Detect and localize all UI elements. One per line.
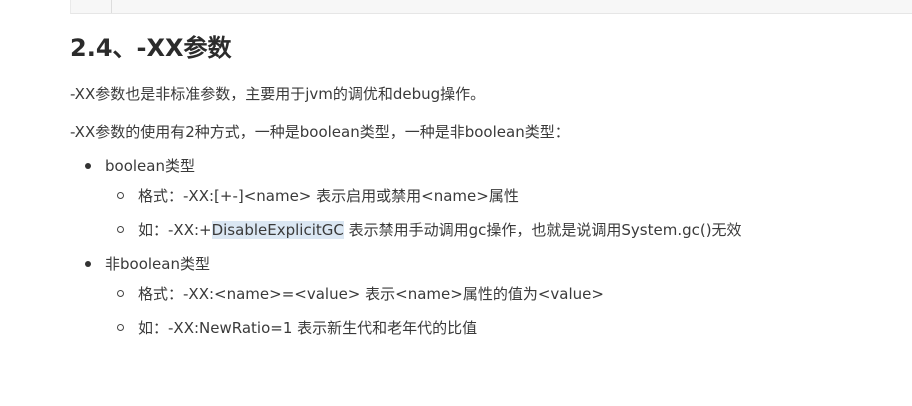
- bullet-circle-icon: [117, 290, 124, 297]
- selected-text-highlight[interactable]: DisableExplicitGC: [211, 221, 344, 239]
- sub-list-item-format: 格式：-XX:[+-]<name> 表示启用或禁用<name>属性: [105, 184, 900, 208]
- sub-list-non-boolean: 格式：-XX:<name>=<value> 表示<name>属性的值为<valu…: [105, 282, 900, 340]
- sub-list-item-format: 格式：-XX:<name>=<value> 表示<name>属性的值为<valu…: [105, 282, 900, 306]
- format-text: 格式：-XX:[+-]<name> 表示启用或禁用<name>属性: [138, 187, 519, 205]
- bullet-disc-icon: [85, 163, 91, 169]
- bullet-circle-icon: [117, 192, 124, 199]
- section-heading: 2.4、-XX参数: [70, 34, 232, 62]
- sub-list-item-example: 如：-XX:NewRatio=1 表示新生代和老年代的比值: [105, 316, 900, 340]
- bullet-list: boolean类型 格式：-XX:[+-]<name> 表示启用或禁用<name…: [70, 154, 900, 340]
- article-content: 2.4、-XX参数 -XX参数也是非标准参数，主要用于jvm的调优和debug操…: [70, 28, 900, 350]
- example-suffix: 表示禁用手动调用gc操作，也就是说调用System.gc()无效: [343, 221, 742, 239]
- list-item-boolean: boolean类型 格式：-XX:[+-]<name> 表示启用或禁用<name…: [70, 154, 900, 242]
- paragraph-usage: -XX参数的使用有2种方式，一种是boolean类型，一种是非boolean类型…: [70, 123, 570, 141]
- list-item-label: 非boolean类型: [105, 255, 210, 273]
- paragraph-intro: -XX参数也是非标准参数，主要用于jvm的调优和debug操作。: [70, 85, 486, 103]
- sub-list-boolean: 格式：-XX:[+-]<name> 表示启用或禁用<name>属性 如：-XX:…: [105, 184, 900, 242]
- previous-code-block: [70, 0, 912, 14]
- list-item-non-boolean: 非boolean类型 格式：-XX:<name>=<value> 表示<name…: [70, 252, 900, 340]
- bullet-disc-icon: [85, 261, 91, 267]
- bullet-circle-icon: [117, 226, 124, 233]
- example-prefix: 如：-XX:+: [138, 221, 212, 239]
- code-gutter-line: [111, 0, 112, 13]
- sub-list-item-example: 如：-XX:+DisableExplicitGC 表示禁用手动调用gc操作，也就…: [105, 218, 900, 242]
- example-text: 如：-XX:NewRatio=1 表示新生代和老年代的比值: [138, 319, 478, 337]
- bullet-circle-icon: [117, 324, 124, 331]
- format-text: 格式：-XX:<name>=<value> 表示<name>属性的值为<valu…: [138, 285, 604, 303]
- list-item-label: boolean类型: [105, 157, 195, 175]
